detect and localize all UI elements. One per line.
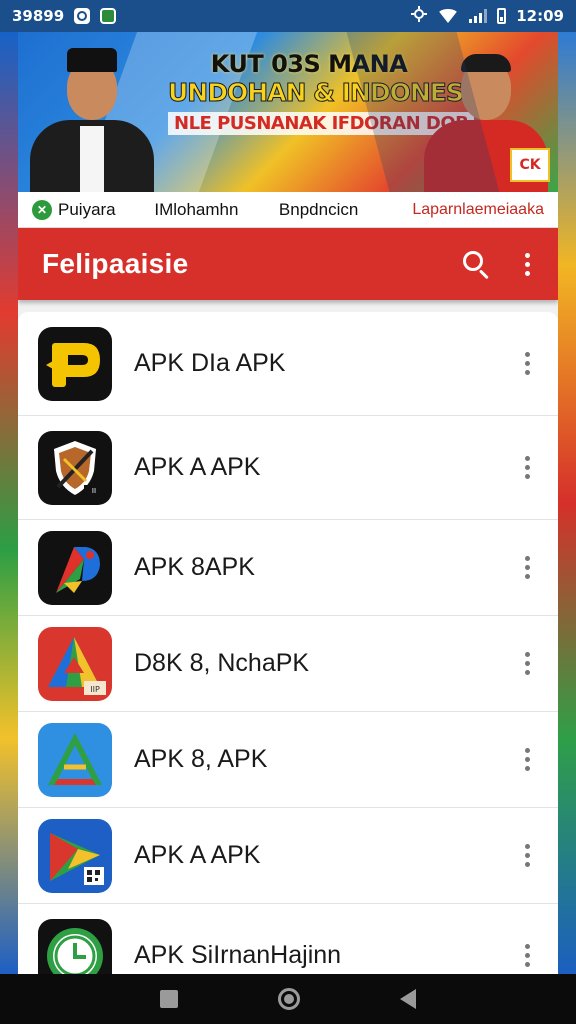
item-more-icon[interactable] xyxy=(519,744,536,775)
app-name: APK A APK xyxy=(134,453,261,481)
more-options-icon[interactable] xyxy=(521,252,534,276)
item-more-icon[interactable] xyxy=(519,940,536,971)
app-name: APK SiIrnanHajinn xyxy=(134,941,342,969)
search-icon[interactable] xyxy=(461,249,491,280)
green-clock-logo-icon xyxy=(38,918,112,974)
blue-a-logo-icon xyxy=(38,722,112,797)
x-circle-icon: ✕ xyxy=(32,199,52,220)
page-title: Felipaaisie xyxy=(42,248,189,279)
yellow-p-logo-icon xyxy=(38,326,112,401)
app-name: APK A APK xyxy=(134,841,261,869)
banner-subheadline: UNDOHAN & INDONESIA xyxy=(168,78,492,108)
settings-gear-icon xyxy=(411,6,428,26)
shield-sword-logo-icon: II xyxy=(38,430,112,505)
item-more-icon[interactable] xyxy=(519,348,536,379)
app-name: APK 8APK xyxy=(134,553,255,581)
status-bar: 39899 12:09 xyxy=(0,0,576,32)
list-item[interactable]: II APK A APK xyxy=(18,416,558,520)
banner-badge-logo: CK xyxy=(510,148,550,182)
banner-text: KUT 03S MANA UNDOHAN & INDONESIA NLE PUS… xyxy=(168,50,492,135)
promo-banner[interactable]: KUT 03S MANA UNDOHAN & INDONESIA NLE PUS… xyxy=(18,32,558,192)
wallpaper-left xyxy=(0,30,18,974)
banner-tagline: NLE PUSNANAK IFDORAN DOB xyxy=(168,112,475,135)
battery-icon xyxy=(497,8,507,24)
app-name: APK 8, APK xyxy=(134,745,268,773)
partner-item[interactable]: IMlohamhn xyxy=(154,200,265,220)
system-nav-bar xyxy=(0,974,576,1024)
list-item[interactable]: APK A APK xyxy=(18,808,558,904)
app-list: APK DIa APK II APK A APK APK 8APK IIP D8… xyxy=(18,312,558,974)
app-name: D8K 8, NchaPK xyxy=(134,649,310,677)
status-text: 39899 xyxy=(12,7,65,25)
banner-person-left xyxy=(22,42,162,192)
wifi-icon xyxy=(437,9,460,23)
svg-text:IIP: IIP xyxy=(90,685,100,694)
app-bar: Felipaaisie xyxy=(18,228,558,300)
banner-person-right: CK xyxy=(416,42,556,192)
svg-text:II: II xyxy=(92,487,96,495)
play-triangle-logo-icon xyxy=(38,818,112,893)
list-item[interactable]: APK 8, APK xyxy=(18,712,558,808)
colorful-p-logo-icon xyxy=(38,530,112,605)
triangle-arrow-logo-icon: IIP xyxy=(38,626,112,701)
app-name: APK DIa APK xyxy=(134,349,286,377)
banner-headline: KUT 03S MANA xyxy=(210,50,408,78)
partner-item[interactable]: Bnpdncicn xyxy=(279,200,412,220)
recents-icon[interactable] xyxy=(160,990,178,1008)
partner-item[interactable]: ✕ Puiyara xyxy=(32,199,146,220)
back-icon[interactable] xyxy=(400,989,416,1009)
home-icon[interactable] xyxy=(278,988,300,1010)
list-item[interactable]: APK DIa APK xyxy=(18,312,558,416)
item-more-icon[interactable] xyxy=(519,840,536,871)
app-window: KUT 03S MANA UNDOHAN & INDONESIA NLE PUS… xyxy=(18,32,558,974)
status-time: 12:09 xyxy=(516,7,564,25)
item-more-icon[interactable] xyxy=(519,452,536,483)
list-item[interactable]: APK SiIrnanHajinn xyxy=(18,904,558,974)
wallpaper-right xyxy=(558,30,576,974)
message-icon xyxy=(100,8,117,24)
item-more-icon[interactable] xyxy=(519,552,536,583)
signal-icon xyxy=(469,9,488,23)
item-more-icon[interactable] xyxy=(519,648,536,679)
list-item[interactable]: IIP D8K 8, NchaPK xyxy=(18,616,558,712)
notification-icon xyxy=(74,8,91,24)
list-item[interactable]: APK 8APK xyxy=(18,520,558,616)
partner-item[interactable]: Laparnlaemeiaaka xyxy=(412,201,544,219)
partner-strip: ✕ Puiyara IMlohamhn Bnpdncicn Laparnlaem… xyxy=(18,192,558,228)
